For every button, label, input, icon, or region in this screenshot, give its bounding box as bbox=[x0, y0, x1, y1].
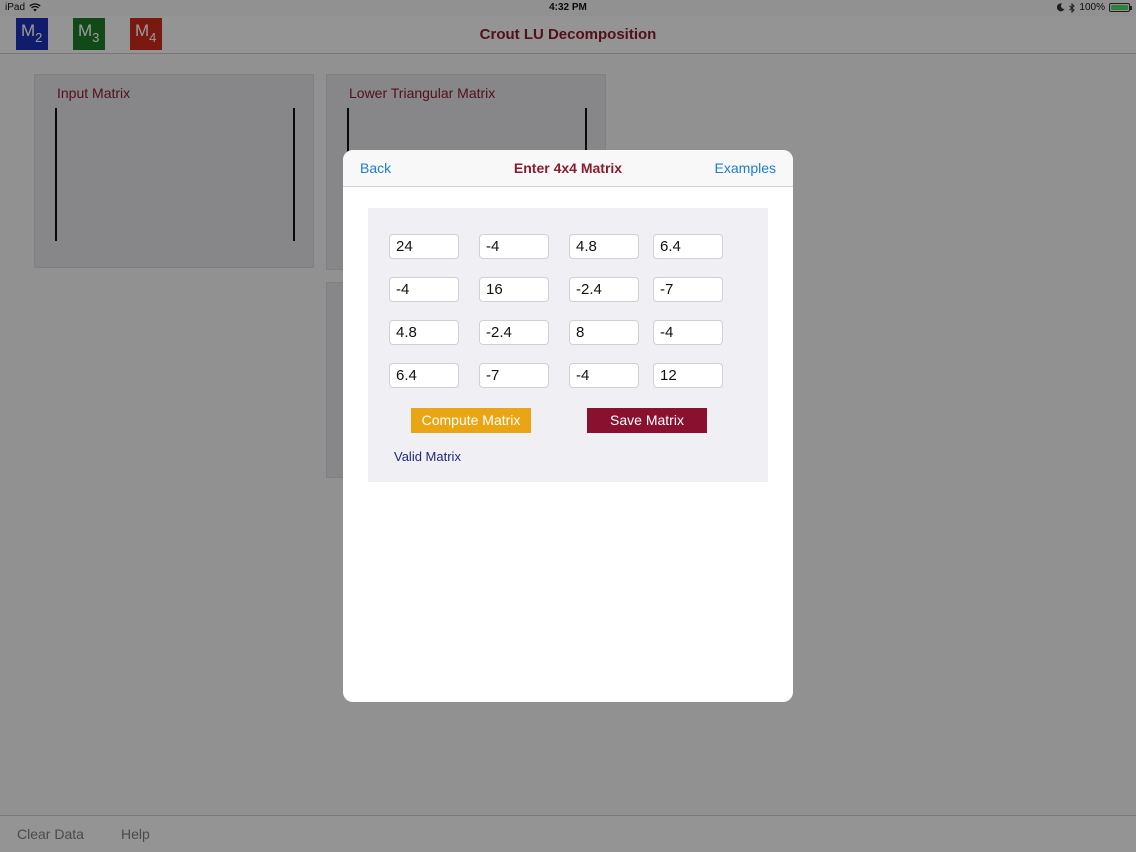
matrix-cell[interactable] bbox=[653, 320, 723, 345]
modal-header: Back Enter 4x4 Matrix Examples bbox=[343, 150, 793, 187]
save-matrix-button[interactable]: Save Matrix bbox=[587, 408, 707, 433]
matrix-cell[interactable] bbox=[569, 277, 639, 302]
matrix-cell[interactable] bbox=[653, 277, 723, 302]
matrix-cell[interactable] bbox=[479, 277, 549, 302]
compute-matrix-button[interactable]: Compute Matrix bbox=[411, 408, 531, 433]
back-button[interactable]: Back bbox=[360, 160, 391, 176]
matrix-entry-modal: Back Enter 4x4 Matrix Examples Compute M… bbox=[343, 150, 793, 702]
matrix-cell[interactable] bbox=[479, 363, 549, 388]
matrix-entry-panel: Compute Matrix Save Matrix Valid Matrix bbox=[368, 208, 768, 482]
matrix-cell[interactable] bbox=[569, 363, 639, 388]
matrix-cell[interactable] bbox=[569, 234, 639, 259]
matrix-cell[interactable] bbox=[479, 320, 549, 345]
matrix-cell[interactable] bbox=[653, 363, 723, 388]
matrix-cell[interactable] bbox=[653, 234, 723, 259]
matrix-cell[interactable] bbox=[389, 277, 459, 302]
matrix-cell[interactable] bbox=[479, 234, 549, 259]
validation-message: Valid Matrix bbox=[394, 449, 461, 464]
matrix-cell[interactable] bbox=[389, 234, 459, 259]
matrix-cell[interactable] bbox=[389, 320, 459, 345]
matrix-cell[interactable] bbox=[569, 320, 639, 345]
examples-button[interactable]: Examples bbox=[715, 160, 776, 176]
matrix-cell[interactable] bbox=[389, 363, 459, 388]
